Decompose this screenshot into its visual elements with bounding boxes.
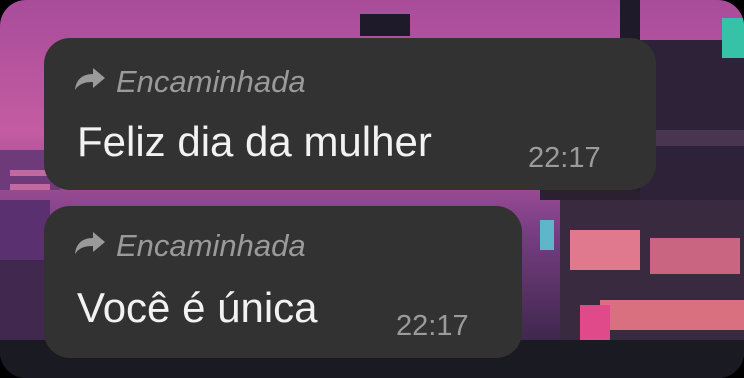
forward-arrow-icon xyxy=(74,228,106,264)
message-bubble[interactable]: Encaminhada Feliz dia da mulher 22:17 xyxy=(44,38,656,190)
message-time: 22:17 xyxy=(396,310,469,342)
message-time: 22:17 xyxy=(528,142,601,174)
chat-screen: Encaminhada Feliz dia da mulher 22:17 En… xyxy=(0,0,744,378)
forwarded-label: Encaminhada xyxy=(116,228,306,263)
forwarded-label: Encaminhada xyxy=(116,64,306,99)
forward-arrow-icon xyxy=(74,64,106,100)
forwarded-indicator: Encaminhada xyxy=(74,64,306,100)
message-text: Feliz dia da mulher xyxy=(77,118,432,165)
message-text: Você é única xyxy=(77,284,318,331)
forwarded-indicator: Encaminhada xyxy=(74,228,306,264)
message-bubble[interactable]: Encaminhada Você é única 22:17 xyxy=(44,206,522,358)
